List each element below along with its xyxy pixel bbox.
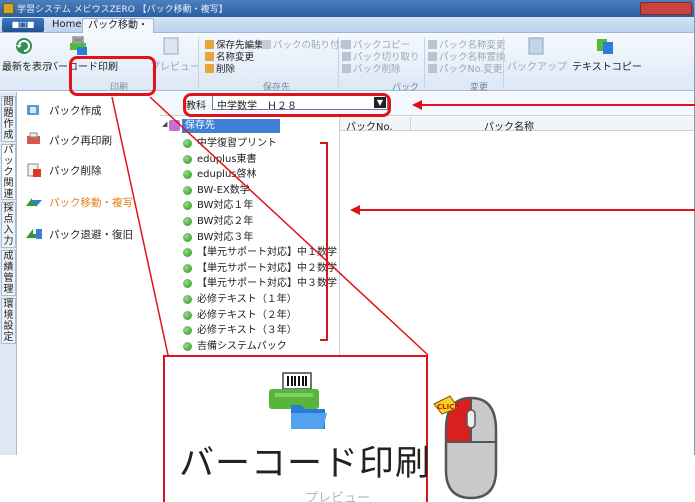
stage: 学習システム メビウスZERO 【パック移動・複写】 ■□■ Home パック移…: [0, 0, 695, 502]
zoom-guide-right: [149, 96, 429, 356]
zoom-callout: バーコード印刷 プレビュー: [163, 355, 432, 502]
zoom-cut-text: プレビュー: [305, 491, 371, 502]
zoom-guide-left: [111, 96, 169, 356]
click-text: CLICK: [437, 403, 460, 411]
mouse-click-icon: CLICK: [433, 395, 498, 500]
zoom-barcode-label: バーコード印刷: [179, 444, 432, 484]
barcode-printer-icon: [269, 372, 327, 429]
